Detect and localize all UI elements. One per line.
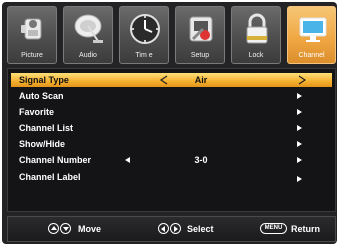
menu-item-label: Channel List [19, 123, 74, 133]
tab-label: Audio [79, 52, 97, 59]
arrow-right-icon [297, 125, 302, 131]
arrow-left-icon[interactable] [159, 75, 169, 85]
tab-picture[interactable]: Picture [7, 6, 57, 64]
tab-channel[interactable]: Channel [287, 6, 336, 64]
arrow-right-icon [297, 93, 302, 99]
menu-item-value: Air [194, 75, 208, 85]
menu-item-show-hide[interactable]: Show/Hide [11, 137, 332, 151]
menu-item-label: Auto Scan [19, 91, 64, 101]
select-hint-label: Select [187, 224, 214, 234]
menu-item-value: 3-0 [194, 155, 208, 165]
tv-monitor-icon [299, 17, 327, 42]
arrow-right-icon[interactable] [297, 157, 302, 163]
arrow-right-icon [297, 141, 302, 147]
tab-lock[interactable]: Lock [231, 6, 281, 64]
tab-audio[interactable]: Audio [63, 6, 113, 64]
wrench-icon [189, 16, 213, 42]
tab-label: Channel [298, 52, 325, 59]
padlock-icon [246, 13, 268, 44]
menu-item-channel-list[interactable]: Channel List [11, 121, 332, 135]
up-button-icon [48, 223, 59, 234]
channel-menu-panel: Signal Type Air Auto Scan Favorite Chann… [7, 68, 336, 212]
menu-item-label: Show/Hide [19, 139, 66, 149]
menu-item-channel-label[interactable]: Channel Label [11, 170, 332, 184]
move-hint-label: Move [78, 224, 102, 234]
menu-item-signal-type[interactable]: Signal Type Air [11, 73, 332, 87]
menu-item-label: Channel Number [19, 155, 92, 165]
osd-frame: Picture Audio Tim e Setup Lock Channel S… [2, 2, 337, 244]
menu-item-label: Channel Label [19, 172, 81, 182]
tv-osd: Picture Audio Tim e Setup Lock Channel S… [0, 0, 339, 246]
tab-label: Tim e [135, 52, 153, 59]
left-button-icon [158, 223, 169, 234]
menu-item-auto-scan[interactable]: Auto Scan [11, 89, 332, 103]
menu-item-favorite[interactable]: Favorite [11, 105, 332, 119]
tab-time[interactable]: Tim e [119, 6, 169, 64]
menu-item-channel-number[interactable]: Channel Number 3-0 [11, 153, 332, 167]
menu-item-label: Signal Type [19, 75, 69, 85]
return-hint-label: Return [291, 224, 320, 234]
clock-icon [130, 14, 160, 44]
tab-label: Setup [190, 52, 210, 59]
right-button-icon [170, 223, 181, 234]
tab-label: Lock [248, 52, 264, 59]
arrow-right-icon [297, 109, 302, 115]
key-hint-bar: Move Select MENU Return [7, 216, 336, 242]
down-button-icon [60, 223, 71, 234]
tab-setup[interactable]: Setup [175, 6, 225, 64]
category-tabs: Picture Audio Tim e Setup Lock Channel [7, 6, 336, 64]
menu-key-icon: MENU [260, 223, 287, 234]
arrow-right-icon [297, 176, 302, 182]
arrow-left-icon[interactable] [125, 157, 130, 163]
menu-item-label: Favorite [19, 107, 55, 117]
arrow-right-icon[interactable] [297, 75, 307, 85]
tab-label: Picture [21, 52, 43, 59]
camera-icon [21, 18, 42, 40]
satellite-dish-icon [74, 14, 103, 43]
